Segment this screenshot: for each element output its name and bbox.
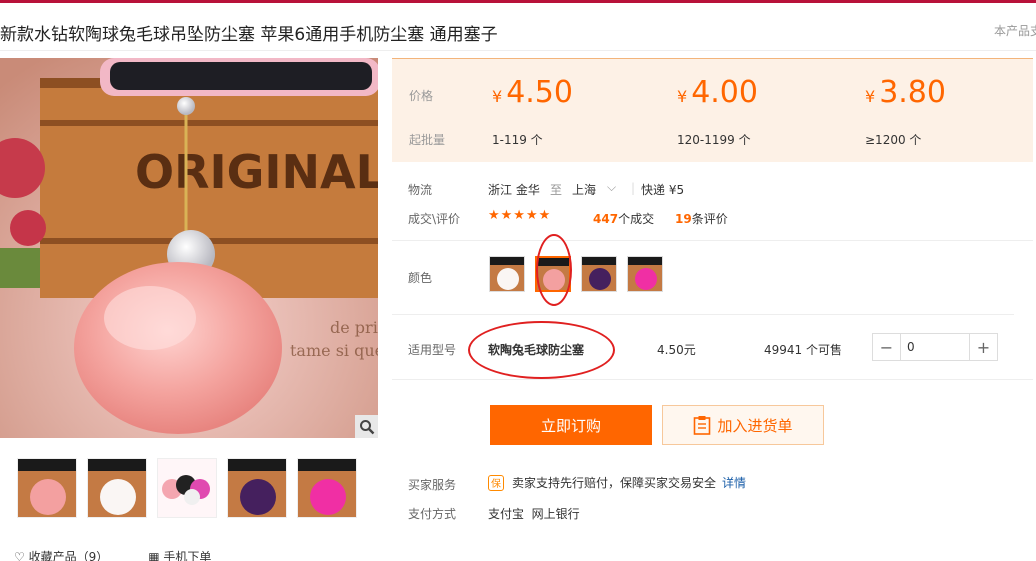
- annotation-circle-model: [468, 321, 615, 379]
- mobile-order-link[interactable]: ▦ 手机下单: [148, 548, 211, 561]
- price-tier-3: ¥3.80 ≥1200 个: [865, 75, 946, 147]
- clipboard-icon: [694, 416, 711, 435]
- tier-quantity: ≥1200 个: [865, 133, 922, 147]
- logistics-from: 浙江 金华: [488, 183, 540, 197]
- color-label: 颜色: [408, 271, 433, 285]
- shield-icon: 保: [488, 474, 504, 491]
- payment-methods: 支付宝 网上银行: [488, 507, 580, 521]
- price-tier-1: ¥4.50 1-119 个: [492, 75, 573, 147]
- main-product-image[interactable]: ORIGINAL de prix tame si que: [0, 58, 378, 438]
- deals-label: 成交\评价: [408, 212, 461, 226]
- zoom-button[interactable]: [355, 415, 378, 438]
- svg-text:de prix: de prix: [330, 318, 378, 337]
- tier-quantity: 1-119 个: [492, 133, 543, 147]
- add-to-cart-button[interactable]: 加入进货单: [662, 405, 824, 445]
- shipping-fee: 快递 ¥5: [641, 183, 685, 197]
- favorite-link[interactable]: ♡ 收藏产品（9）: [14, 548, 108, 561]
- thumbnail-pink[interactable]: [17, 458, 77, 518]
- model-price: 4.50元: [657, 343, 696, 357]
- color-option-purple[interactable]: [581, 256, 617, 292]
- quantity-input[interactable]: [901, 334, 969, 360]
- divider: [392, 314, 1014, 315]
- thumbnail-white[interactable]: [87, 458, 147, 518]
- details-link[interactable]: 详情: [722, 474, 746, 491]
- price-label: 价格: [409, 89, 434, 103]
- price-value: 4.00: [691, 75, 758, 110]
- logistics-to-word: 至: [550, 183, 563, 197]
- product-title: 新款水钻软陶球兔毛球吊坠防尘塞 苹果6通用手机防尘塞 通用塞子: [0, 25, 498, 45]
- divider: [392, 240, 1033, 241]
- svg-text:ORIGINAL: ORIGINAL: [135, 145, 378, 199]
- quantity-stepper: − +: [872, 333, 998, 361]
- increase-button[interactable]: +: [969, 334, 997, 360]
- price-value: 3.80: [879, 75, 946, 110]
- heart-icon: ♡: [14, 550, 29, 561]
- thumbnail-mixed[interactable]: [157, 458, 217, 518]
- decrease-button[interactable]: −: [873, 334, 901, 360]
- tier-quantity: 120-1199 个: [677, 133, 751, 147]
- title-divider: [0, 50, 1036, 51]
- payment-label: 支付方式: [408, 507, 457, 521]
- deal-count[interactable]: 447个成交: [593, 210, 654, 227]
- footer-actions: ♡ 收藏产品（9） ▦ 手机下单: [14, 548, 211, 561]
- thumbnail-purple[interactable]: [227, 458, 287, 518]
- model-label: 适用型号: [408, 343, 457, 357]
- side-note: 本产品支: [994, 24, 1036, 38]
- color-option-magenta[interactable]: [627, 256, 663, 292]
- svg-text:tame si que: tame si que: [290, 341, 378, 360]
- chevron-down-icon[interactable]: ⌵: [607, 180, 616, 195]
- review-count[interactable]: 19条评价: [675, 210, 728, 227]
- logistics-label: 物流: [408, 183, 433, 197]
- order-now-button[interactable]: 立即订购: [490, 405, 652, 445]
- logistics-destination[interactable]: 上海: [572, 181, 596, 198]
- annotation-circle-color: [536, 234, 572, 306]
- qr-code-icon: ▦: [148, 550, 164, 561]
- thumbnail-magenta[interactable]: [297, 458, 357, 518]
- price-value: 4.50: [506, 75, 573, 110]
- batch-label: 起批量: [409, 133, 446, 147]
- service-label: 买家服务: [408, 478, 457, 492]
- price-tier-2: ¥4.00 120-1199 个: [677, 75, 758, 147]
- top-accent-bar: [0, 0, 1036, 3]
- price-panel: 价格 起批量 ¥4.50 1-119 个 ¥4.00 120-1199 个 ¥3…: [392, 58, 1033, 162]
- rating-stars: ★★★★★: [488, 208, 552, 223]
- thumbnail-strip: [17, 458, 357, 518]
- magnifier-icon: [359, 419, 374, 434]
- divider: [392, 379, 1033, 380]
- separator: |: [631, 181, 636, 195]
- service-info: 保 卖家支持先行赔付，保障买家交易安全 详情: [488, 474, 746, 491]
- color-option-white[interactable]: [489, 256, 525, 292]
- model-stock: 49941 个可售: [764, 343, 842, 357]
